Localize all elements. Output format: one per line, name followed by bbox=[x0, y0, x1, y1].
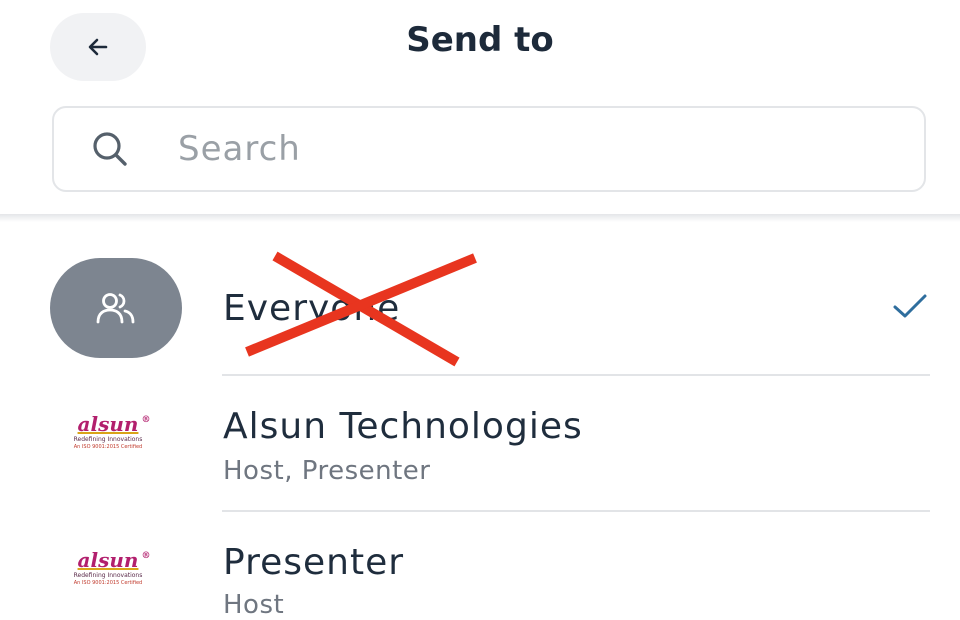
recipient-alsun-technologies[interactable]: alsun ® Redefining Innovations An ISO 900… bbox=[0, 376, 960, 510]
search-field[interactable] bbox=[52, 106, 926, 192]
recipient-everyone[interactable]: Everyone bbox=[0, 258, 960, 373]
recipient-name: Presenter bbox=[223, 542, 405, 583]
alsun-logo: alsun ® Redefining Innovations An ISO 900… bbox=[52, 414, 164, 468]
logo-wordmark: alsun ® bbox=[77, 412, 151, 436]
recipient-presenter[interactable]: alsun ® Redefining Innovations An ISO 900… bbox=[0, 512, 960, 620]
logo-tagline: Redefining Innovations bbox=[73, 572, 143, 579]
alsun-logo: alsun ® Redefining Innovations An ISO 900… bbox=[52, 550, 164, 604]
page-title: Send to bbox=[406, 20, 554, 60]
logo-certification: An ISO 9001:2015 Certified bbox=[73, 444, 143, 450]
strike-out-mark bbox=[245, 251, 477, 367]
search-icon bbox=[90, 129, 130, 169]
avatar bbox=[50, 258, 182, 358]
logo-certification: An ISO 9001:2015 Certified bbox=[73, 580, 143, 586]
recipient-roles: Host bbox=[223, 590, 285, 620]
checkmark-icon bbox=[893, 294, 927, 318]
header-divider bbox=[0, 214, 960, 222]
recipient-name: Alsun Technologies bbox=[223, 406, 583, 447]
logo-wordmark: alsun ® bbox=[77, 548, 151, 572]
recipient-roles: Host, Presenter bbox=[223, 456, 431, 486]
people-group-icon bbox=[96, 293, 135, 324]
logo-tagline: Redefining Innovations bbox=[73, 436, 143, 443]
search-input[interactable] bbox=[176, 128, 860, 170]
